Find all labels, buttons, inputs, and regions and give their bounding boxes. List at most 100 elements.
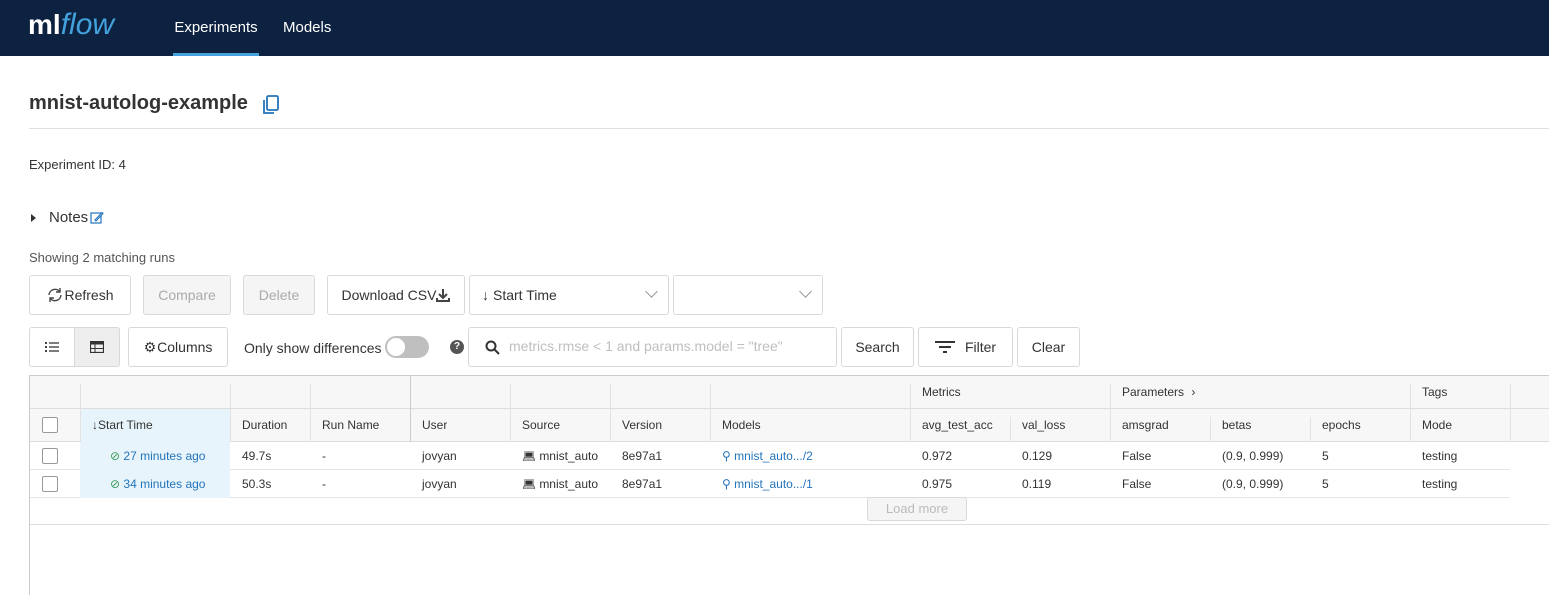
only-differences-label: Only show differences bbox=[244, 340, 382, 356]
table-row[interactable]: ⊘ 34 minutes ago 50.3s - jovyan 💻︎ mnist… bbox=[30, 470, 1510, 498]
filter-button[interactable]: Filter bbox=[918, 327, 1013, 367]
version-cell: 8e97a1 bbox=[622, 449, 663, 463]
user-cell: jovyan bbox=[422, 449, 457, 463]
group-metrics: Metrics bbox=[922, 385, 961, 399]
start-time-cell[interactable]: ⊘ 27 minutes ago bbox=[80, 442, 230, 470]
col-version[interactable]: Version bbox=[610, 409, 662, 442]
clear-button[interactable]: Clear bbox=[1017, 327, 1080, 367]
source-label: mnist_auto bbox=[539, 449, 599, 463]
filter-icon bbox=[934, 341, 955, 353]
tab-models[interactable]: Models bbox=[283, 0, 331, 56]
caret-right-icon bbox=[31, 213, 36, 222]
col-betas[interactable]: betas bbox=[1210, 409, 1251, 442]
col-val-loss[interactable]: val_loss bbox=[1010, 409, 1065, 442]
betas-cell: (0.9, 0.999) bbox=[1222, 477, 1284, 491]
search-input[interactable] bbox=[509, 338, 829, 354]
col-start-time[interactable]: ↓Start Time bbox=[80, 409, 230, 442]
col-user[interactable]: User bbox=[410, 409, 447, 442]
experiment-id: Experiment ID: 4 bbox=[29, 157, 126, 172]
sort-order-select[interactable] bbox=[673, 275, 823, 315]
source-cell[interactable]: 💻︎ mnist_auto bbox=[510, 470, 598, 498]
mlflow-logo[interactable]: ml flow bbox=[28, 8, 114, 48]
experiment-id-value: 4 bbox=[118, 157, 126, 172]
table-row[interactable]: ⊘ 27 minutes ago 49.7s - jovyan 💻︎ mnist… bbox=[30, 442, 1510, 470]
row-checkbox[interactable] bbox=[42, 476, 58, 492]
start-time-cell[interactable]: ⊘ 34 minutes ago bbox=[80, 470, 230, 498]
experiment-title: mnist-autolog-example bbox=[29, 92, 248, 114]
toggle-knob bbox=[387, 338, 405, 356]
notes-toggle[interactable]: Notes bbox=[31, 209, 104, 226]
col-start-time-label: Start Time bbox=[98, 418, 153, 432]
run-name-cell: - bbox=[322, 449, 326, 463]
search-box[interactable] bbox=[468, 327, 837, 367]
column-divider bbox=[80, 384, 81, 442]
runs-count: Showing 2 matching runs bbox=[29, 250, 175, 265]
column-divider bbox=[1210, 417, 1211, 442]
grid-view-button[interactable] bbox=[74, 327, 120, 367]
table-icon bbox=[90, 341, 104, 353]
notes-label: Notes bbox=[49, 209, 89, 226]
filter-label: Filter bbox=[964, 339, 997, 355]
model-icon: ⚲ bbox=[722, 449, 731, 463]
table-bottom-divider bbox=[30, 524, 1549, 525]
model-link[interactable]: mnist_auto.../2 bbox=[734, 449, 813, 463]
mode-cell: testing bbox=[1422, 449, 1458, 463]
avg-test-acc-cell: 0.972 bbox=[922, 449, 953, 463]
row-checkbox[interactable] bbox=[42, 448, 58, 464]
search-button[interactable]: Search bbox=[841, 327, 914, 367]
columns-button[interactable]: ⚙ Columns bbox=[128, 327, 228, 367]
user-cell: jovyan bbox=[422, 477, 457, 491]
col-run-name[interactable]: Run Name bbox=[310, 409, 379, 442]
laptop-icon: 💻︎ bbox=[522, 479, 536, 491]
column-divider bbox=[230, 384, 231, 442]
delete-button[interactable]: Delete bbox=[243, 275, 315, 315]
column-divider bbox=[1410, 384, 1411, 442]
group-tags: Tags bbox=[1422, 385, 1448, 399]
search-icon bbox=[485, 340, 500, 355]
column-header-row: ↓Start Time Duration Run Name User Sourc… bbox=[30, 409, 1549, 442]
column-divider bbox=[1510, 384, 1511, 442]
source-label: mnist_auto bbox=[539, 477, 599, 491]
load-more-button[interactable]: Load more bbox=[867, 497, 967, 521]
top-navbar: ml flow Experiments Models bbox=[0, 0, 1549, 56]
col-models[interactable]: Models bbox=[710, 409, 761, 442]
models-cell[interactable]: ⚲ mnist_auto.../2 bbox=[710, 442, 813, 470]
runs-table: Metrics Parameters › Tags ↓Start Time Du… bbox=[29, 375, 1549, 595]
refresh-icon bbox=[48, 288, 63, 302]
download-csv-button[interactable]: Download CSV bbox=[327, 275, 465, 315]
col-duration[interactable]: Duration bbox=[230, 409, 287, 442]
version-cell: 8e97a1 bbox=[622, 477, 663, 491]
refresh-button[interactable]: Refresh bbox=[29, 275, 131, 315]
edit-icon[interactable] bbox=[90, 211, 104, 225]
help-icon[interactable]: ? bbox=[450, 340, 464, 354]
start-time-link[interactable]: 27 minutes ago bbox=[123, 449, 205, 463]
col-amsgrad[interactable]: amsgrad bbox=[1110, 409, 1169, 442]
chevron-down-icon bbox=[645, 285, 658, 298]
download-csv-label: Download CSV bbox=[341, 287, 437, 303]
download-icon bbox=[436, 289, 451, 302]
check-circle-icon: ⊘ bbox=[110, 449, 121, 463]
source-cell[interactable]: 💻︎ mnist_auto bbox=[510, 442, 598, 470]
compare-button[interactable]: Compare bbox=[143, 275, 231, 315]
group-header-row: Metrics Parameters › Tags bbox=[30, 376, 1549, 409]
column-divider bbox=[310, 384, 311, 442]
sort-by-select[interactable]: ↓ Start Time bbox=[469, 275, 669, 315]
copy-icon[interactable] bbox=[262, 95, 280, 115]
col-epochs[interactable]: epochs bbox=[1310, 409, 1361, 442]
column-divider bbox=[610, 384, 611, 442]
models-cell[interactable]: ⚲ mnist_auto.../1 bbox=[710, 470, 813, 498]
gear-icon: ⚙ bbox=[143, 338, 157, 355]
laptop-icon: 💻︎ bbox=[522, 451, 536, 463]
col-avg-test-acc[interactable]: avg_test_acc bbox=[910, 409, 993, 442]
tab-experiments[interactable]: Experiments bbox=[173, 0, 259, 56]
col-source[interactable]: Source bbox=[510, 409, 560, 442]
select-all-checkbox[interactable] bbox=[42, 417, 58, 433]
list-view-button[interactable] bbox=[29, 327, 75, 367]
start-time-link[interactable]: 34 minutes ago bbox=[123, 477, 205, 491]
val-loss-cell: 0.129 bbox=[1022, 449, 1053, 463]
model-link[interactable]: mnist_auto.../1 bbox=[734, 477, 813, 491]
group-parameters[interactable]: Parameters › bbox=[1110, 376, 1195, 409]
duration-cell: 50.3s bbox=[242, 477, 272, 491]
only-differences-toggle[interactable] bbox=[385, 336, 429, 358]
col-mode[interactable]: Mode bbox=[1410, 409, 1452, 442]
